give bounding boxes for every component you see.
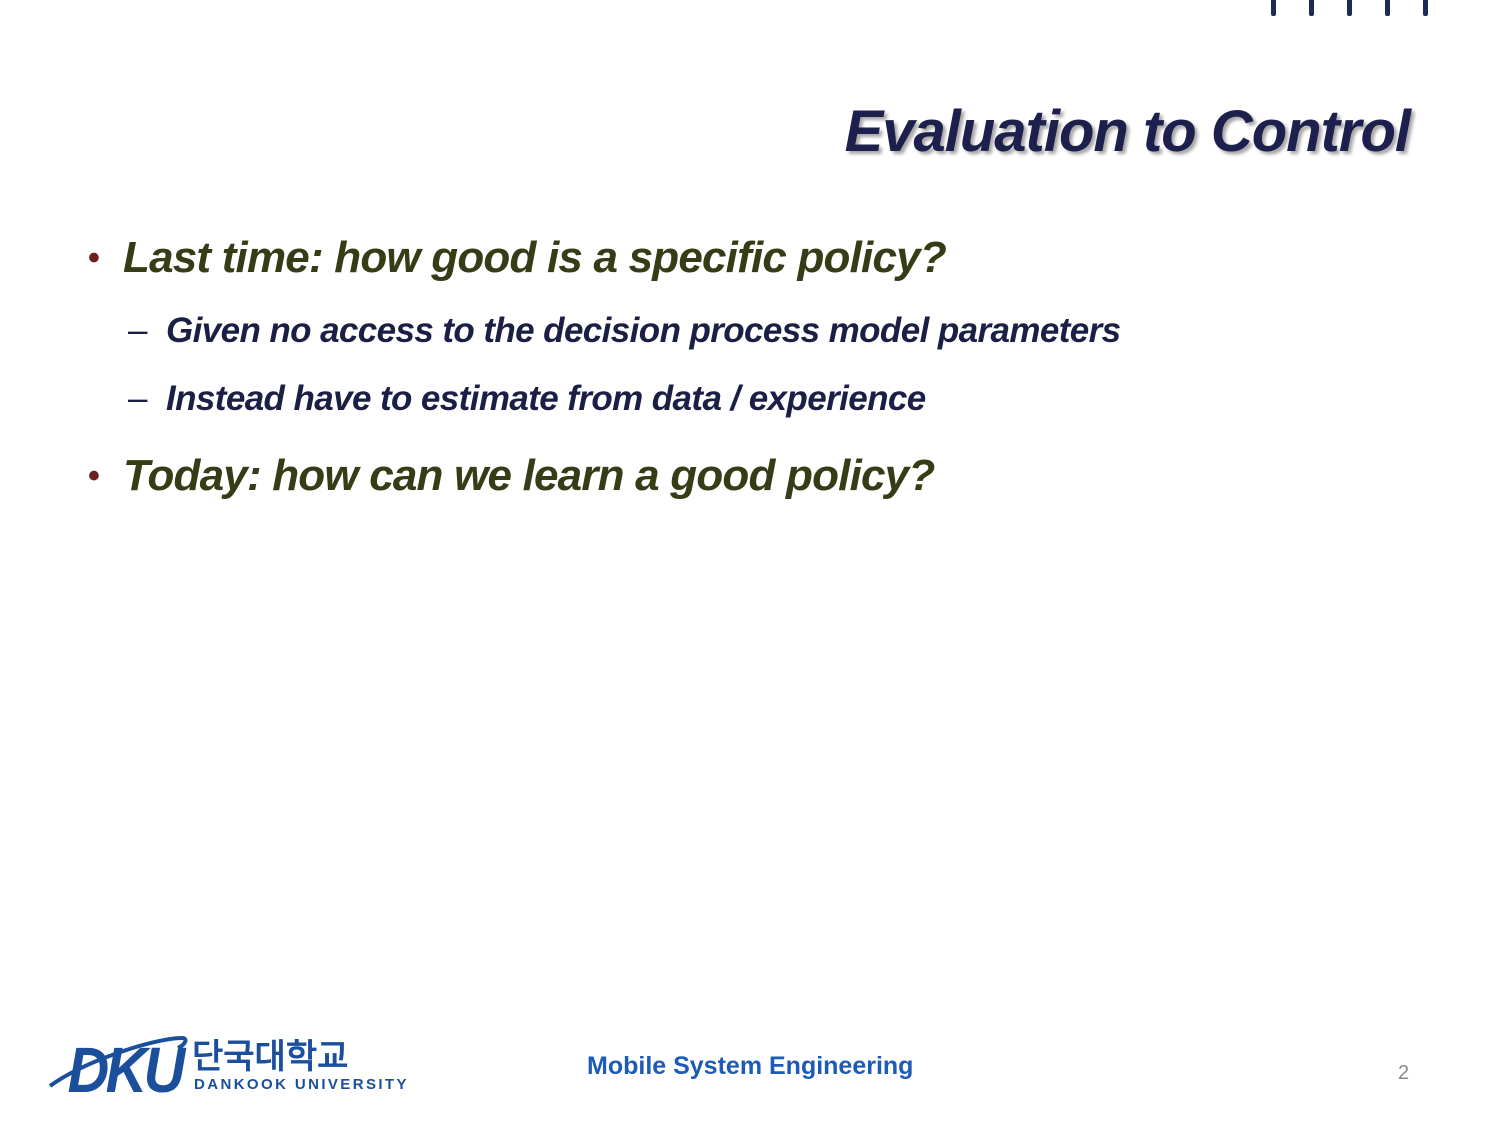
sub-bullet-text: Instead have to estimate from data / exp… [166,379,926,418]
sub-bullet-text: Given no access to the decision process … [166,311,1121,350]
sub-bullet-item: – Given no access to the decision proces… [88,306,1388,356]
bullet-text: Today: how can we learn a good policy? [123,451,935,500]
slide: Evaluation to Control • Last time: how g… [0,0,1500,1125]
tick-mark [1423,0,1428,16]
logo-letters: DKU [68,1034,187,1100]
tick-mark [1347,0,1352,16]
bullet-item: • Last time: how good is a specific poli… [88,228,1388,288]
page-number: 2 [1398,1062,1410,1084]
tick-mark [1309,0,1314,16]
logo-english-name: DANKOOK UNIVERSITY [194,1076,409,1093]
bullet-item: • Today: how can we learn a good policy? [88,446,1388,506]
slide-body: • Last time: how good is a specific poli… [88,228,1388,506]
top-decoration-ticks [1268,0,1433,20]
slide-title: Evaluation to Control [844,99,1411,164]
bullet-marker: • [88,457,100,495]
bullet-marker: • [88,239,100,277]
dankook-university-logo: DKU 단국대학교 DANKOOK UNIVERSITY [48,1034,409,1100]
logo-korean-name: 단국대학교 [192,1037,348,1077]
tick-mark [1385,0,1390,16]
bullet-text: Last time: how good is a specific policy… [123,233,947,282]
tick-mark [1271,0,1276,16]
dash-marker: – [128,379,147,418]
footer-course-name: Mobile System Engineering [587,1052,914,1080]
sub-bullet-item: – Instead have to estimate from data / e… [88,374,1388,424]
dash-marker: – [128,311,147,350]
